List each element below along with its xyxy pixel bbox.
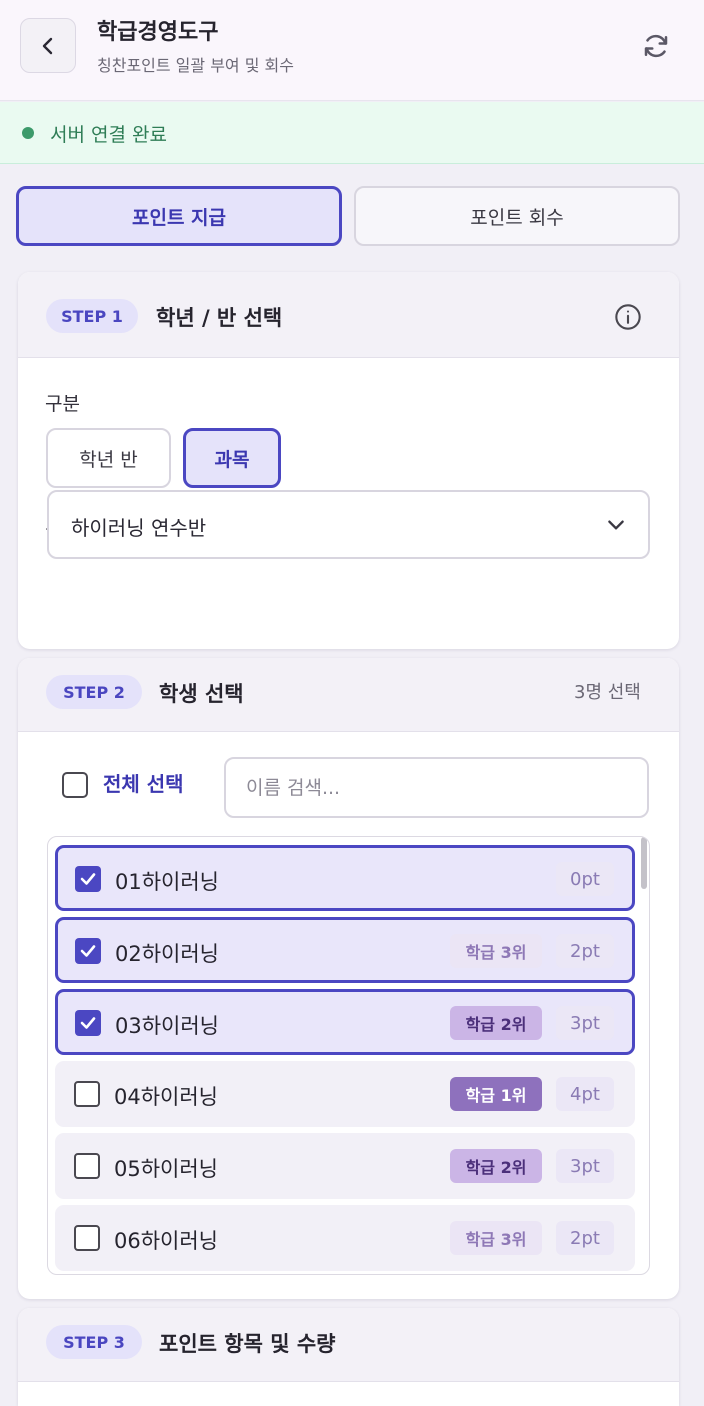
step3-badge: STEP 3 <box>46 1325 142 1359</box>
student-checkbox[interactable] <box>75 938 101 964</box>
student-checkbox[interactable] <box>74 1081 100 1107</box>
step1-header: STEP 1 학년 / 반 선택 <box>18 272 679 358</box>
select-all-checkbox[interactable] <box>62 772 88 798</box>
chevron-left-icon <box>42 37 53 54</box>
tab-revoke-points[interactable]: 포인트 회수 <box>354 186 680 246</box>
step3-card: STEP 3 포인트 항목 및 수량 <box>18 1308 679 1406</box>
info-icon[interactable] <box>614 303 642 331</box>
student-checkbox[interactable] <box>75 866 101 892</box>
student-row[interactable]: 01하이러닝 0pt <box>55 845 635 911</box>
chevron-down-icon <box>608 520 624 530</box>
rank-badge: 학급 2위 <box>450 1149 542 1183</box>
student-name: 01하이러닝 <box>115 870 220 894</box>
refresh-button[interactable] <box>636 26 676 66</box>
student-name: 06하이러닝 <box>114 1229 219 1253</box>
student-points: 2pt <box>556 1221 614 1255</box>
student-row[interactable]: 04하이러닝 학급 1위 4pt <box>55 1061 635 1127</box>
name-search-input[interactable] <box>224 757 649 818</box>
rank-badge: 학급 1위 <box>450 1077 542 1111</box>
student-name: 05하이러닝 <box>114 1157 219 1181</box>
selected-count: 3명 선택 <box>574 682 641 703</box>
list-scrollbar[interactable] <box>641 837 647 889</box>
student-points: 3pt <box>556 1006 614 1040</box>
back-button[interactable] <box>20 18 76 73</box>
step2-card: STEP 2 학생 선택 3명 선택 전체 선택 01하이러닝 0pt 02하이… <box>18 658 679 1299</box>
student-row[interactable]: 03하이러닝 학급 2위 3pt <box>55 989 635 1055</box>
student-row[interactable]: 05하이러닝 학급 2위 3pt <box>55 1133 635 1199</box>
category-label: 구분 <box>45 393 80 415</box>
rank-badge: 학급 3위 <box>450 934 542 968</box>
student-name: 04하이러닝 <box>114 1085 219 1109</box>
student-points: 0pt <box>556 862 614 896</box>
category-grade-class-button[interactable]: 학년 반 <box>46 428 171 488</box>
class-select-value: 하이러닝 연수반 <box>71 516 207 540</box>
select-all-label[interactable]: 전체 선택 <box>103 768 184 797</box>
step2-title: 학생 선택 <box>159 682 244 706</box>
student-name: 03하이러닝 <box>115 1014 220 1038</box>
student-checkbox[interactable] <box>74 1153 100 1179</box>
step2-header: STEP 2 학생 선택 3명 선택 <box>18 658 679 732</box>
student-checkbox[interactable] <box>74 1225 100 1251</box>
connection-status-text: 서버 연결 완료 <box>50 124 167 146</box>
step1-badge: STEP 1 <box>46 299 138 333</box>
step2-badge: STEP 2 <box>46 675 142 709</box>
step3-header: STEP 3 포인트 항목 및 수량 <box>18 1308 679 1382</box>
class-select-dropdown[interactable]: 하이러닝 연수반 <box>47 490 650 559</box>
student-points: 2pt <box>556 934 614 968</box>
app-subtitle: 칭찬포인트 일괄 부여 및 회수 <box>97 56 294 75</box>
student-row[interactable]: 06하이러닝 학급 3위 2pt <box>55 1205 635 1271</box>
app-header: 학급경영도구 칭찬포인트 일괄 부여 및 회수 <box>0 0 704 101</box>
category-subject-button[interactable]: 과목 <box>183 428 281 488</box>
checkmark-icon <box>80 1017 96 1029</box>
step1-title: 학년 / 반 선택 <box>156 306 283 330</box>
step1-card: STEP 1 학년 / 반 선택 구분 학년 반 과목 선택 하이러닝 연수반 <box>18 272 679 649</box>
app-title: 학급경영도구 <box>97 20 219 45</box>
student-points: 4pt <box>556 1077 614 1111</box>
refresh-icon <box>644 34 668 58</box>
tab-give-points[interactable]: 포인트 지급 <box>16 186 342 246</box>
checkmark-icon <box>80 945 96 957</box>
student-points: 3pt <box>556 1149 614 1183</box>
student-row[interactable]: 02하이러닝 학급 3위 2pt <box>55 917 635 983</box>
student-name: 02하이러닝 <box>115 942 220 966</box>
rank-badge: 학급 2위 <box>450 1006 542 1040</box>
checkmark-icon <box>80 873 96 885</box>
student-checkbox[interactable] <box>75 1010 101 1036</box>
status-dot-icon <box>22 127 34 139</box>
student-list[interactable]: 01하이러닝 0pt 02하이러닝 학급 3위 2pt 03하이러닝 학급 2위… <box>47 836 650 1275</box>
rank-badge: 학급 3위 <box>450 1221 542 1255</box>
step3-title: 포인트 항목 및 수량 <box>159 1332 336 1356</box>
